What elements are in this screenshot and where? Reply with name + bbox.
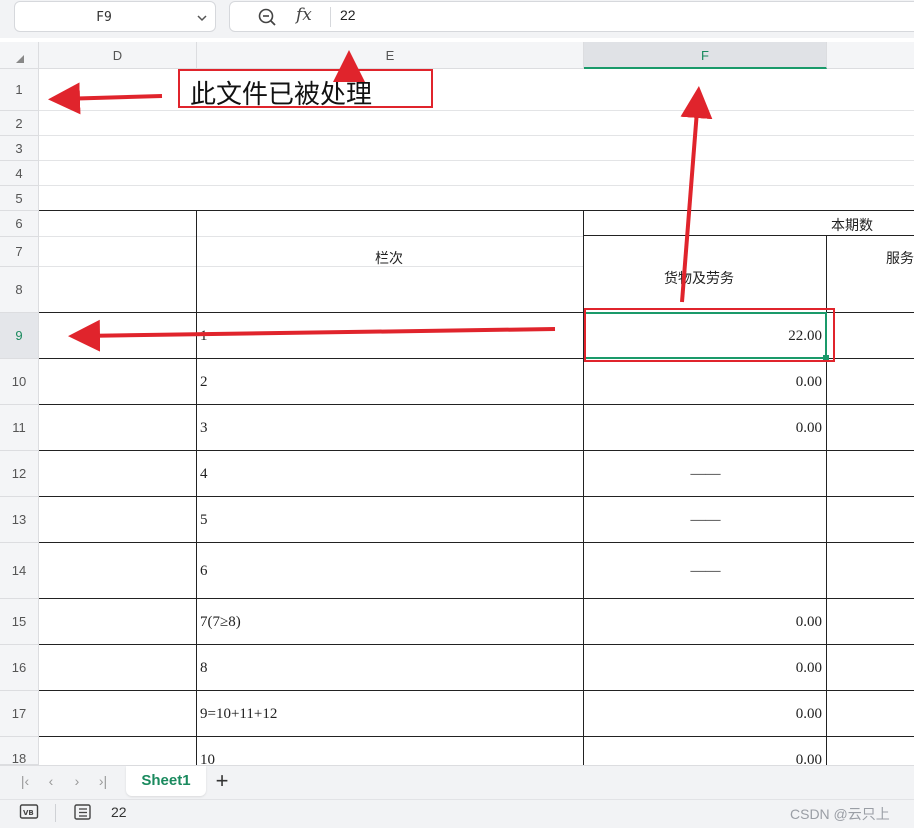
status-value: 22 [111, 804, 127, 820]
next-sheet-button[interactable]: › [68, 772, 86, 790]
arrow-up-column-f [680, 86, 713, 303]
watermark: CSDN @云只上 [790, 806, 890, 822]
prev-sheet-button[interactable]: ‹ [42, 772, 60, 790]
arrow-left-row9 [68, 319, 556, 352]
macro-record-icon[interactable]: VB [19, 803, 39, 821]
svg-text:VB: VB [23, 809, 34, 817]
sum-list-icon[interactable] [73, 803, 93, 821]
status-bar [0, 799, 914, 828]
annotation-arrows [48, 50, 713, 352]
sheet-tab-label[interactable]: Sheet1 [126, 772, 206, 789]
add-sheet-button[interactable]: + [212, 770, 232, 792]
status-separator [55, 804, 56, 822]
arrow-left-row1 [48, 82, 163, 115]
last-sheet-button[interactable]: ›| [94, 772, 112, 790]
first-sheet-button[interactable]: |‹ [16, 772, 34, 790]
